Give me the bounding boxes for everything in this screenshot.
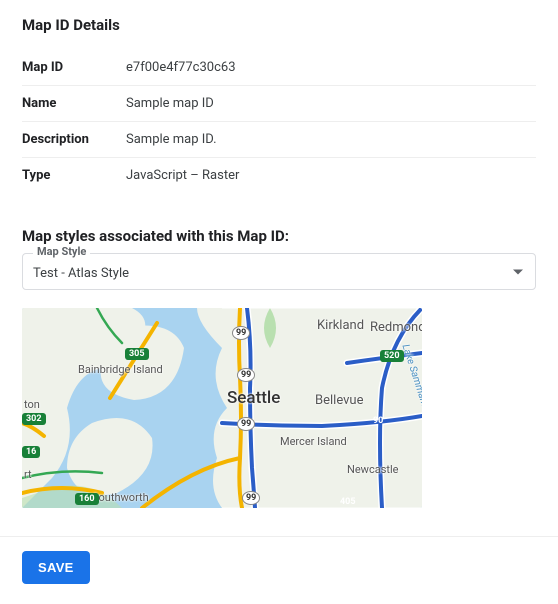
state-route-shield-icon: 520 [380, 350, 404, 362]
interstate-shield-icon: 90 [373, 416, 383, 426]
save-button[interactable]: SAVE [22, 551, 90, 584]
map-place-label: Newcastle [347, 463, 398, 476]
details-row-map-id: Map ID e7f00e4f77c30c63 [22, 50, 536, 86]
footer: SAVE [0, 537, 558, 604]
details-label: Map ID [22, 50, 126, 86]
map-place-label: Kirkland [317, 318, 364, 333]
chevron-down-icon [513, 269, 523, 274]
map-place-label: ton [24, 398, 40, 411]
map-place-label: Southworth [92, 491, 149, 504]
map-place-label: Seattle [227, 388, 280, 408]
details-value: Sample map ID. [126, 122, 536, 158]
details-label: Name [22, 86, 126, 122]
map-place-label: Mercer Island [280, 435, 347, 448]
map-style-select[interactable]: Map Style Test - Atlas Style [22, 253, 536, 290]
details-row-type: Type JavaScript – Raster [22, 158, 536, 194]
map-place-label: Bellevue [315, 393, 363, 408]
map-preview[interactable]: Seattle Bellevue Kirkland Redmond Mercer… [22, 308, 422, 508]
page-root: Map ID Details Map ID e7f00e4f77c30c63 N… [0, 0, 558, 508]
details-row-description: Description Sample map ID. [22, 122, 536, 158]
details-value: e7f00e4f77c30c63 [126, 50, 536, 86]
details-row-name: Name Sample map ID [22, 86, 536, 122]
details-value: JavaScript – Raster [126, 158, 536, 194]
state-route-shield-icon: 16 [22, 446, 40, 458]
state-route-shield-icon: 302 [22, 413, 46, 425]
details-label: Type [22, 158, 126, 194]
map-place-label: Redmond [370, 320, 422, 335]
state-route-shield-icon: 305 [125, 348, 149, 360]
map-style-select-value: Test - Atlas Style [33, 266, 129, 281]
map-style-select-label: Map Style [33, 246, 90, 257]
styles-heading: Map styles associated with this Map ID: [22, 227, 536, 245]
state-route-shield-icon: 160 [75, 493, 99, 505]
details-value: Sample map ID [126, 86, 536, 122]
details-label: Description [22, 122, 126, 158]
map-place-label: rt [24, 468, 32, 481]
details-heading: Map ID Details [22, 16, 536, 34]
interstate-shield-icon: 405 [340, 497, 356, 507]
map-place-label: Bainbridge Island [78, 363, 146, 376]
details-table: Map ID e7f00e4f77c30c63 Name Sample map … [22, 50, 536, 193]
